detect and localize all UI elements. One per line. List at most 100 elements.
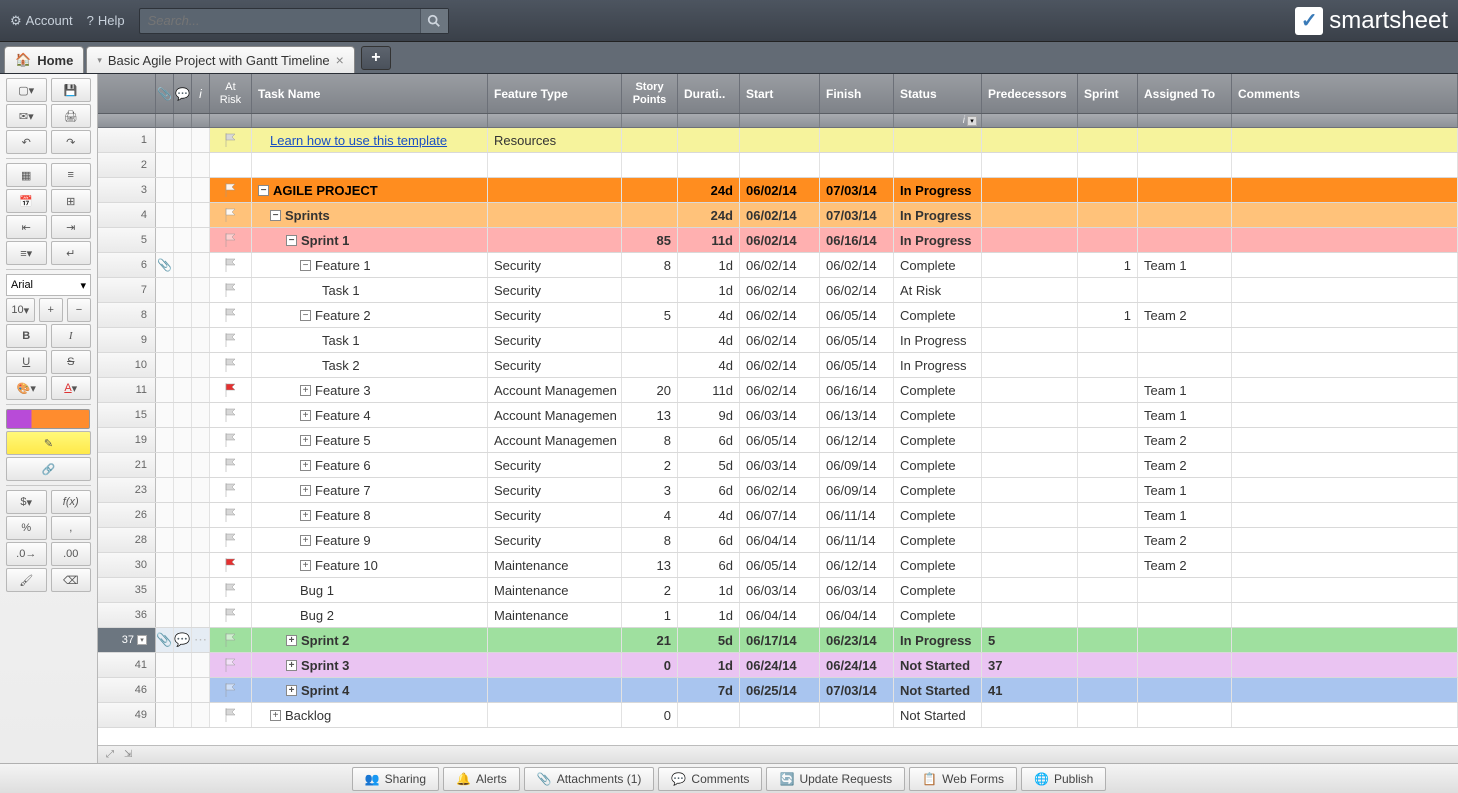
status-cell[interactable]: In Progress bbox=[894, 228, 982, 252]
ftype-cell[interactable] bbox=[488, 628, 622, 652]
expand-toggle[interactable]: + bbox=[300, 485, 311, 496]
wrap-button[interactable]: ↵ bbox=[51, 241, 92, 265]
row-number[interactable]: 19 bbox=[98, 428, 156, 452]
assign-cell[interactable]: Team 2 bbox=[1138, 528, 1232, 552]
attach-cell[interactable] bbox=[156, 303, 174, 327]
pred-cell[interactable]: 37 bbox=[982, 653, 1078, 677]
save-button[interactable]: 💾 bbox=[51, 78, 92, 102]
atrisk-cell[interactable] bbox=[210, 303, 252, 327]
discussion-cell[interactable] bbox=[174, 503, 192, 527]
status-cell[interactable] bbox=[894, 153, 982, 177]
duration-cell[interactable]: 1d bbox=[678, 653, 740, 677]
assign-cell[interactable]: Team 2 bbox=[1138, 303, 1232, 327]
info-cell[interactable] bbox=[192, 553, 210, 577]
ftype-cell[interactable]: Account Managemen bbox=[488, 403, 622, 427]
start-cell[interactable]: 06/24/14 bbox=[740, 653, 820, 677]
table-row[interactable]: 3−AGILE PROJECT24d06/02/1407/03/14In Pro… bbox=[98, 178, 1458, 203]
print-button[interactable]: 🖨 bbox=[51, 104, 92, 128]
increase-decimal-button[interactable]: .00 bbox=[51, 542, 92, 566]
atrisk-cell[interactable] bbox=[210, 378, 252, 402]
info-cell[interactable] bbox=[192, 528, 210, 552]
pred-cell[interactable] bbox=[982, 603, 1078, 627]
help-link[interactable]: ? Help bbox=[87, 13, 125, 28]
sprint-cell[interactable] bbox=[1078, 128, 1138, 152]
col-story-points[interactable]: Story Points bbox=[622, 74, 678, 113]
status-cell[interactable]: Complete bbox=[894, 603, 982, 627]
status-cell[interactable]: Complete bbox=[894, 503, 982, 527]
info-cell[interactable] bbox=[192, 253, 210, 277]
finish-cell[interactable]: 06/05/14 bbox=[820, 353, 894, 377]
percent-button[interactable]: % bbox=[6, 516, 47, 540]
pred-cell[interactable] bbox=[982, 453, 1078, 477]
story-cell[interactable] bbox=[622, 328, 678, 352]
row-number[interactable]: 30 bbox=[98, 553, 156, 577]
finish-cell[interactable]: 06/24/14 bbox=[820, 653, 894, 677]
clear-format-button[interactable]: ⌫ bbox=[51, 568, 92, 592]
expand-toggle[interactable]: − bbox=[270, 210, 281, 221]
col-discussion-icon[interactable]: 💬 bbox=[174, 74, 192, 113]
duration-cell[interactable]: 1d bbox=[678, 278, 740, 302]
row-number[interactable]: 41 bbox=[98, 653, 156, 677]
story-cell[interactable]: 5 bbox=[622, 303, 678, 327]
status-cell[interactable]: Complete bbox=[894, 578, 982, 602]
taskname-cell[interactable]: +Sprint 4 bbox=[252, 678, 488, 702]
attach-cell[interactable] bbox=[156, 528, 174, 552]
comments-button[interactable]: 💬Comments bbox=[658, 767, 762, 791]
ftype-cell[interactable]: Security bbox=[488, 453, 622, 477]
info-cell[interactable] bbox=[192, 278, 210, 302]
taskname-cell[interactable]: −Feature 2 bbox=[252, 303, 488, 327]
table-row[interactable]: 11+Feature 3Account Managemen2011d06/02/… bbox=[98, 378, 1458, 403]
assign-cell[interactable]: Team 1 bbox=[1138, 478, 1232, 502]
table-row[interactable]: 4−Sprints24d06/02/1407/03/14In Progress bbox=[98, 203, 1458, 228]
table-row[interactable]: 35Bug 1Maintenance21d06/03/1406/03/14Com… bbox=[98, 578, 1458, 603]
format-painter-button[interactable]: 🖌 bbox=[6, 568, 47, 592]
discussion-cell[interactable] bbox=[174, 278, 192, 302]
finish-cell[interactable]: 06/05/14 bbox=[820, 328, 894, 352]
expand-toggle[interactable]: + bbox=[300, 410, 311, 421]
taskname-cell[interactable]: Task 2 bbox=[252, 353, 488, 377]
taskname-cell[interactable]: −AGILE PROJECT bbox=[252, 178, 488, 202]
text-color-button[interactable]: A▾ bbox=[51, 376, 92, 400]
finish-cell[interactable]: 06/12/14 bbox=[820, 553, 894, 577]
taskname-cell[interactable] bbox=[252, 153, 488, 177]
comments-cell[interactable] bbox=[1232, 453, 1458, 477]
atrisk-cell[interactable] bbox=[210, 453, 252, 477]
table-row[interactable]: 7Task 1Security1d06/02/1406/02/14At Risk bbox=[98, 278, 1458, 303]
expand-toggle[interactable]: − bbox=[286, 235, 297, 246]
pred-cell[interactable] bbox=[982, 128, 1078, 152]
tab-sheet[interactable]: ▾ Basic Agile Project with Gantt Timelin… bbox=[86, 46, 355, 73]
tab-home[interactable]: 🏠 Home bbox=[4, 46, 84, 73]
taskname-cell[interactable]: +Feature 6 bbox=[252, 453, 488, 477]
col-feature-type[interactable]: Feature Type bbox=[488, 74, 622, 113]
attach-cell[interactable]: 📎 bbox=[156, 253, 174, 277]
finish-cell[interactable]: 06/09/14 bbox=[820, 478, 894, 502]
row-number[interactable]: 21 bbox=[98, 453, 156, 477]
start-cell[interactable]: 06/02/14 bbox=[740, 353, 820, 377]
col-duration[interactable]: Durati.. bbox=[678, 74, 740, 113]
status-cell[interactable]: Complete bbox=[894, 453, 982, 477]
duration-cell[interactable]: 9d bbox=[678, 403, 740, 427]
finish-cell[interactable]: 06/09/14 bbox=[820, 453, 894, 477]
atrisk-cell[interactable] bbox=[210, 278, 252, 302]
comments-cell[interactable] bbox=[1232, 303, 1458, 327]
info-cell[interactable] bbox=[192, 328, 210, 352]
status-cell[interactable]: In Progress bbox=[894, 628, 982, 652]
ftype-cell[interactable]: Resources bbox=[488, 128, 622, 152]
col-finish[interactable]: Finish bbox=[820, 74, 894, 113]
search-input[interactable] bbox=[140, 13, 420, 28]
discussion-cell[interactable] bbox=[174, 178, 192, 202]
story-cell[interactable]: 2 bbox=[622, 578, 678, 602]
info-cell[interactable] bbox=[192, 128, 210, 152]
row-number[interactable]: 46 bbox=[98, 678, 156, 702]
status-cell[interactable]: Not Started bbox=[894, 703, 982, 727]
ftype-cell[interactable]: Maintenance bbox=[488, 578, 622, 602]
row-number[interactable]: 26 bbox=[98, 503, 156, 527]
assign-cell[interactable] bbox=[1138, 603, 1232, 627]
atrisk-cell[interactable] bbox=[210, 253, 252, 277]
pred-cell[interactable] bbox=[982, 378, 1078, 402]
atrisk-cell[interactable] bbox=[210, 153, 252, 177]
link-button[interactable]: 🔗 bbox=[6, 457, 91, 481]
start-cell[interactable]: 06/03/14 bbox=[740, 578, 820, 602]
sprint-cell[interactable] bbox=[1078, 628, 1138, 652]
atrisk-cell[interactable] bbox=[210, 703, 252, 727]
